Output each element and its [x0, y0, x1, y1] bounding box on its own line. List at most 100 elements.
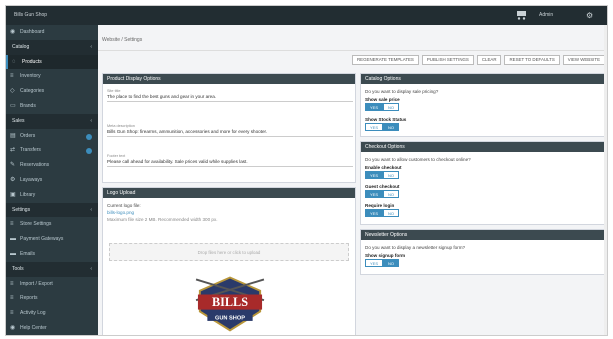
sidebar-item-label: Emails [20, 251, 36, 257]
user-menu[interactable]: Admin [539, 12, 553, 18]
folder-icon: ◇ [10, 88, 15, 95]
current-logo-label: Current logo file: [107, 203, 141, 208]
sidebar-item-orders[interactable]: ▤ Orders [6, 129, 98, 144]
enable-checkout-toggle[interactable]: YES NO [365, 171, 400, 179]
toolbar-button-reset-to-defaults[interactable]: RESET TO DEFAULTS [504, 55, 560, 65]
library-icon: ▣ [10, 191, 16, 198]
sidebar-item-emails[interactable]: ▬ Emails [6, 247, 98, 262]
signup-form-toggle[interactable]: YES NO [365, 259, 400, 267]
divider [98, 50, 607, 51]
sidebar-section-header[interactable]: Tools ‹ [6, 261, 98, 277]
logo-filename[interactable]: bills-logo.png [107, 210, 134, 215]
tag-icon: ◌ [12, 58, 16, 65]
sidebar-item-label: Reports [20, 295, 38, 302]
toolbar-button-view-website[interactable]: VIEW WEBSITE [562, 55, 605, 65]
sidebar-item-help-center[interactable]: ◉ Help Center [6, 321, 98, 335]
sidebar-item-reservations[interactable]: ✎ Reservations [6, 158, 98, 173]
cart-icon[interactable] [516, 10, 528, 20]
sale-price-toggle[interactable]: YES NO [365, 103, 400, 111]
toolbar-button-regenerate-templates[interactable]: REGENERATE TEMPLATES [352, 55, 419, 65]
top-navbar: Bills Gun Shop Admin ⚙ [6, 6, 607, 25]
sidebar-item-inventory[interactable]: ≡ Inventory [6, 69, 98, 84]
sidebar-item-label: Dashboard [20, 29, 45, 35]
chevron-icon: ‹ [90, 117, 92, 124]
breadcrumb: Website / Settings [102, 37, 143, 43]
sidebar-item-products[interactable]: ◌ Products [6, 54, 98, 70]
sidebar-item-label: Layaways [20, 177, 43, 183]
sidebar-item-label: Tools [12, 265, 24, 272]
sidebar-item-label: Settings [12, 206, 31, 213]
sidebar-item-label: Transfers [20, 147, 41, 154]
sidebar-item-label: Categories [20, 88, 45, 95]
mail-icon: ▬ [10, 251, 16, 257]
gear-icon[interactable]: ⚙ [586, 11, 593, 20]
sidebar-item-label: Payment Gateways [20, 236, 64, 243]
sidebar-item-label: Inventory [20, 73, 41, 80]
sidebar-item-label: Help Center [20, 325, 47, 331]
panel-title: Logo Upload [103, 188, 355, 198]
clock-icon: ✎ [10, 162, 16, 169]
sidebar-item-label: Orders [20, 132, 36, 139]
toolbar-button-clear[interactable]: CLEAR [476, 55, 502, 65]
list-icon: ≡ [10, 221, 14, 228]
dashboard-icon: ◉ [10, 29, 16, 35]
panel-title: Checkout Options [361, 142, 604, 152]
main-content: Website / Settings REGENERATE TEMPLATES P… [98, 25, 607, 335]
upload-dropzone[interactable]: Drop files here or click to upload [109, 243, 349, 261]
sidebar-item-label: Activity Log [20, 310, 46, 317]
panel-title: Newsletter Options [361, 230, 604, 240]
toolbar-button-publish-settings[interactable]: PUBLISH SETTINGS [421, 55, 474, 65]
sidebar-item-categories[interactable]: ◇ Categories [6, 84, 98, 99]
sidebar-item-transfers[interactable]: ⇄ Transfers [6, 143, 98, 158]
sidebar-item-reports[interactable]: ≡ Reports [6, 291, 98, 306]
upload-note: Maximum file size 2 MB. Recommended widt… [107, 217, 218, 222]
sidebar-item-store-settings[interactable]: ≡ Store Settings [6, 217, 98, 232]
sidebar-item-payment-gateways[interactable]: ▬ Payment Gateways [6, 232, 98, 247]
page-scrollbar[interactable] [604, 25, 607, 335]
sidebar-item-label: Library [20, 191, 36, 198]
require-login-toggle[interactable]: YES NO [365, 209, 400, 217]
checkout-options-panel: Checkout Options Do you want to allow cu… [360, 141, 605, 225]
svg-text:GUN SHOP: GUN SHOP [215, 316, 245, 322]
list-icon: ≡ [10, 73, 14, 80]
card-icon: ▬ [10, 236, 16, 243]
stock-status-toggle[interactable]: YES NO [365, 123, 400, 131]
product-display-panel: Product Display Options Site title The p… [102, 73, 356, 183]
import-icon: ≡ [10, 280, 14, 287]
sidebar-section-header[interactable]: Settings ‹ [6, 202, 98, 218]
chevron-icon: ‹ [90, 265, 92, 272]
panel-title: Product Display Options [103, 74, 355, 84]
sidebar-item-dashboard[interactable]: ◉ Dashboard [6, 25, 98, 40]
app-window: Bills Gun Shop Admin ⚙ ◉ Dashboard Catalog… [5, 5, 608, 336]
panel-title: Catalog Options [361, 74, 604, 84]
cart-icon: ▤ [10, 132, 16, 139]
chevron-icon: ‹ [90, 206, 92, 213]
logo-upload-panel: Logo Upload Current logo file: bills-log… [102, 187, 356, 335]
svg-text:BILLS: BILLS [212, 295, 248, 309]
sidebar-section-header[interactable]: Sales ‹ [6, 113, 98, 129]
help-icon: ◉ [10, 325, 16, 331]
catalog-options-panel: Catalog Options Do you want to display s… [360, 73, 605, 137]
sidebar-item-label: Brands [20, 103, 36, 109]
sidebar-item-brands[interactable]: ▭ Brands [6, 99, 98, 114]
meta-description-field[interactable]: Meta description Bills Gun Shop: firearm… [107, 124, 353, 137]
brand-title[interactable]: Bills Gun Shop [14, 12, 47, 18]
sidebar: ◉ Dashboard Catalog ‹ ◌ Products ≡ Inventory ◇ Ca… [6, 25, 98, 335]
box-icon: ⚙ [10, 177, 16, 183]
sidebar-section-header[interactable]: Catalog ‹ [6, 39, 98, 55]
sidebar-item-library[interactable]: ▣ Library [6, 188, 98, 203]
sidebar-item-activity-log[interactable]: ≡ Activity Log [6, 306, 98, 321]
sidebar-item-label: Products [22, 58, 42, 65]
log-icon: ≡ [10, 310, 14, 317]
action-toolbar: REGENERATE TEMPLATES PUBLISH SETTINGS CLEA… [352, 55, 605, 65]
sidebar-item-layaways[interactable]: ⚙ Layaways [6, 173, 98, 188]
guest-checkout-toggle[interactable]: YES NO [365, 190, 400, 198]
transfer-icon: ⇄ [10, 147, 16, 154]
site-title-field[interactable]: Site title The place to find the best gu… [107, 89, 353, 102]
sidebar-item-label: Import / Export [20, 280, 53, 287]
sidebar-item-label: Sales [12, 117, 25, 124]
bills-gun-shop-logo: BILLS GUN SHOP [195, 276, 265, 332]
footer-text-field[interactable]: Footer text Please call ahead for availa… [107, 154, 353, 167]
notification-badge [86, 148, 92, 155]
sidebar-item-import-export[interactable]: ≡ Import / Export [6, 277, 98, 292]
